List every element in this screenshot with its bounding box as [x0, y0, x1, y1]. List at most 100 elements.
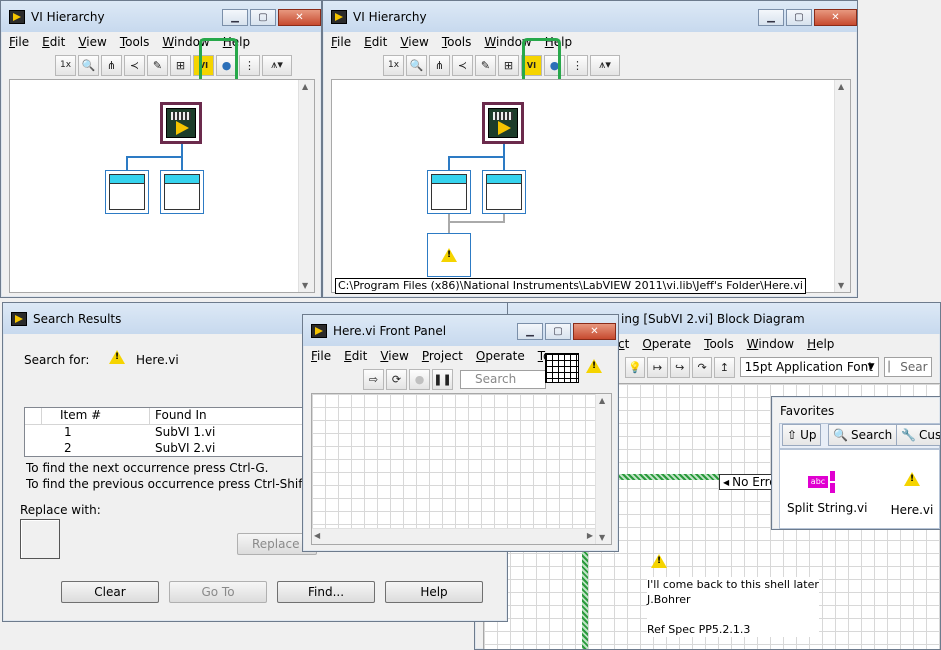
results-table-header: Item # Found In — [25, 408, 313, 425]
connector-pane-icon[interactable] — [545, 353, 579, 383]
row-marker — [25, 425, 42, 441]
column-item-header[interactable]: Item # — [42, 408, 150, 424]
menu-project[interactable]: Project — [422, 349, 463, 363]
subvi-2-node[interactable] — [160, 170, 204, 214]
subvi-2-node[interactable] — [482, 170, 526, 214]
step-out-icon[interactable]: ↥ — [714, 356, 735, 378]
menu-edit[interactable]: Edit — [364, 35, 387, 49]
menu-tools[interactable]: Tools — [704, 337, 734, 351]
menu-file[interactable]: File — [9, 35, 29, 49]
fp-search-field[interactable]: Search — [460, 369, 546, 389]
zoom-1x-button[interactable]: 1x — [383, 54, 404, 76]
hier2-titlebar[interactable]: VI Hierarchy ▁ ▢ ✕ — [323, 1, 857, 32]
abort-icon[interactable]: ● — [409, 368, 430, 390]
column-found-in-header[interactable]: Found In — [150, 408, 313, 424]
link-line — [448, 221, 505, 223]
menu-edit[interactable]: Edit — [344, 349, 367, 363]
menu-edit[interactable]: Edit — [42, 35, 65, 49]
bd-search-field[interactable]: ▏ Sear — [883, 357, 932, 377]
font-selector[interactable]: 15pt Application Font ▼ — [739, 357, 879, 377]
hier1-titlebar[interactable]: VI Hierarchy ▁ ▢ ✕ — [1, 1, 321, 32]
free-label-comment[interactable]: I'll come back to this shell later J.Boh… — [647, 577, 819, 637]
goto-button[interactable]: Go To — [169, 581, 267, 603]
minimize-button[interactable]: ▁ — [222, 9, 248, 26]
search-button[interactable]: 🔍 Search — [828, 424, 898, 446]
maximize-button[interactable]: ▢ — [545, 323, 571, 340]
here-caller-vi-node[interactable] — [482, 102, 524, 144]
fp-vscroll[interactable] — [595, 394, 611, 544]
close-button[interactable]: ✕ — [573, 323, 616, 340]
vertical-layout-icon[interactable]: ⋔ — [101, 54, 122, 76]
replace-with-field[interactable] — [20, 519, 60, 559]
zoom-fit-icon[interactable]: 🔍 — [78, 54, 99, 76]
redo-layout-icon[interactable]: ⩚▾ — [262, 54, 292, 76]
table-row[interactable]: 2 SubVI 2.vi — [25, 441, 313, 457]
step-over-icon[interactable]: ↷ — [691, 356, 713, 378]
vertical-layout-icon[interactable]: ⋔ — [429, 54, 450, 76]
menu-file[interactable]: File — [331, 35, 351, 49]
hier1-canvas[interactable] — [9, 79, 315, 293]
horizontal-layout-icon[interactable]: ≺ — [452, 54, 473, 76]
minimize-button[interactable]: ▁ — [758, 9, 784, 26]
menu-tools[interactable]: Tools — [442, 35, 472, 49]
here-vi-node[interactable] — [427, 233, 471, 277]
find-button[interactable]: Find... — [277, 581, 375, 603]
zoom-1x-button[interactable]: 1x — [55, 54, 76, 76]
step-into-icon[interactable]: ↪ — [669, 356, 690, 378]
menu-view[interactable]: View — [78, 35, 106, 49]
front-panel-canvas[interactable] — [311, 393, 612, 545]
menu-view[interactable]: View — [380, 349, 408, 363]
zoom-fit-icon[interactable]: 🔍 — [406, 54, 427, 76]
here-vi-item[interactable]: Here.vi — [884, 472, 940, 517]
menu-help[interactable]: Help — [807, 337, 834, 351]
menu-file[interactable]: File — [311, 349, 331, 363]
close-button[interactable]: ✕ — [278, 9, 321, 26]
hier2-canvas[interactable]: C:\Program Files (x86)\National Instrume… — [331, 79, 851, 294]
maximize-button[interactable]: ▢ — [250, 9, 276, 26]
retain-wire-values-icon[interactable]: ↦ — [647, 356, 668, 378]
row-marker — [25, 441, 42, 457]
warning-icon — [441, 248, 457, 262]
subvi-1-node[interactable] — [105, 170, 149, 214]
hier1-vscroll[interactable] — [298, 80, 314, 292]
hierarchy-icon[interactable]: ⊞ — [498, 54, 519, 76]
vi-path-tooltip: C:\Program Files (x86)\National Instrume… — [335, 278, 806, 294]
here-caller-vi-node[interactable] — [160, 102, 202, 144]
comment-line-4: Ref Spec PP5.2.1.3 — [647, 623, 751, 636]
close-button[interactable]: ✕ — [814, 9, 857, 26]
fp-hscroll[interactable] — [312, 528, 595, 544]
highlight-box — [199, 38, 238, 84]
highlight-execution-icon[interactable]: 💡 — [625, 356, 646, 378]
search-for-label: Search for: — [24, 353, 90, 367]
maximize-button[interactable]: ▢ — [786, 9, 812, 26]
redo-layout-icon[interactable]: ⩚▾ — [590, 54, 620, 76]
subvi-1-node[interactable] — [427, 170, 471, 214]
menu-view[interactable]: View — [400, 35, 428, 49]
zoom-1x-label: 1x — [59, 60, 72, 70]
hierarchy-icon[interactable]: ⊞ — [170, 54, 191, 76]
help-button[interactable]: Help — [385, 581, 483, 603]
run-continuously-icon[interactable]: ⟳ — [386, 368, 407, 390]
customize-button[interactable]: 🔧 Cust — [896, 424, 940, 446]
table-row[interactable]: 1 SubVI 1.vi — [25, 425, 313, 441]
typedefs-icon[interactable]: ⋮ — [239, 54, 260, 76]
menu-tools[interactable]: Tools — [120, 35, 150, 49]
clear-button[interactable]: Clear — [61, 581, 159, 603]
run-arrow-icon[interactable]: ⇨ — [363, 368, 384, 390]
menu-window[interactable]: Window — [747, 337, 794, 351]
menu-operate[interactable]: Operate — [642, 337, 691, 351]
up-button[interactable]: ⇧ Up — [782, 424, 822, 446]
subvi-here-node[interactable] — [651, 554, 667, 571]
split-string-item[interactable]: abc Split String.vi — [787, 467, 867, 515]
menu-project[interactable]: ct — [618, 337, 629, 351]
menu-operate[interactable]: Operate — [476, 349, 525, 363]
hier2-vscroll[interactable] — [834, 80, 850, 292]
labview-icon — [311, 323, 327, 338]
front-panel-titlebar[interactable]: Here.vi Front Panel ▁ ▢ ✕ — [303, 315, 618, 346]
pause-icon[interactable]: ❚❚ — [432, 368, 453, 390]
minimize-button[interactable]: ▁ — [517, 323, 543, 340]
edit-icon[interactable]: ✎ — [147, 54, 168, 76]
edit-icon[interactable]: ✎ — [475, 54, 496, 76]
typedefs-icon[interactable]: ⋮ — [567, 54, 588, 76]
horizontal-layout-icon[interactable]: ≺ — [124, 54, 145, 76]
